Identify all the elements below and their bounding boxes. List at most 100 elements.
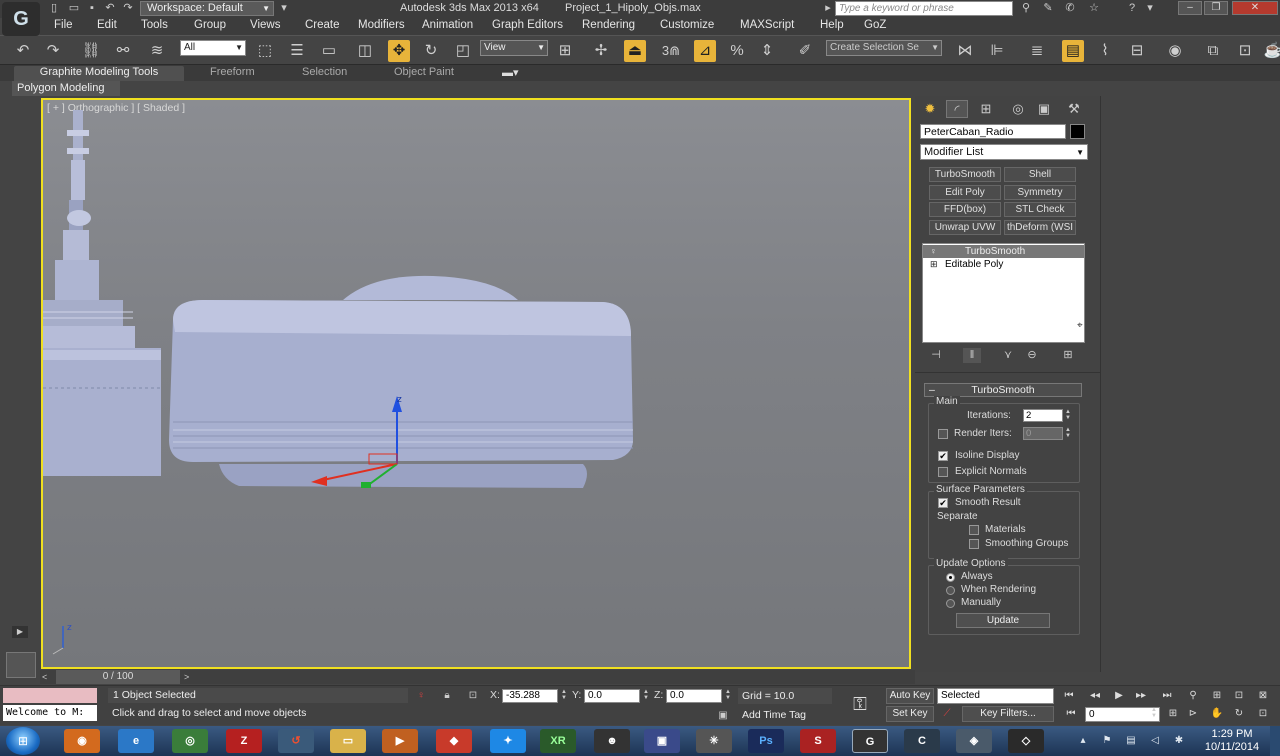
modifier-button-turbosmooth[interactable]: TurboSmooth <box>929 167 1001 182</box>
start-button[interactable]: ⊞ <box>6 727 40 755</box>
utilities-tab-icon[interactable]: ⚒ <box>1063 100 1085 118</box>
menu-graph-editors[interactable]: Graph Editors <box>492 19 563 31</box>
close-button[interactable]: ✕ <box>1232 1 1278 15</box>
curve-editor-icon[interactable]: ⌇ <box>1094 40 1116 62</box>
display-tab-icon[interactable]: ▣ <box>1033 100 1055 118</box>
update-when-rendering-radio[interactable] <box>946 586 955 595</box>
render-icon[interactable]: ☕ <box>1262 40 1280 62</box>
unlink-icon[interactable]: ⚯ <box>112 40 134 62</box>
menu-goz[interactable]: GoZ <box>864 19 886 31</box>
turbosmooth-rollout-header[interactable]: – TurboSmooth <box>924 383 1082 397</box>
show-end-result-icon[interactable]: ‖ <box>963 348 981 363</box>
ribbon-options-icon[interactable]: ▬▾ <box>502 66 519 79</box>
favorites-star-icon[interactable]: ☆ <box>1086 1 1102 15</box>
modifier-button-edit-poly[interactable]: Edit Poly <box>929 185 1001 200</box>
configure-modifier-sets-icon[interactable]: ⊞ <box>1059 348 1077 363</box>
set-keys-icon[interactable]: ⚿ <box>845 694 875 714</box>
rendered-frame-icon[interactable]: ⊡ <box>1234 40 1256 62</box>
show-desktop-button[interactable] <box>1270 726 1280 756</box>
set-key-button[interactable]: Set Key <box>886 706 934 722</box>
dropbox-icon[interactable]: ✦ <box>490 729 526 753</box>
menu-animation[interactable]: Animation <box>422 19 473 31</box>
monitor-app-icon[interactable]: ▣ <box>644 729 680 753</box>
binoculars-icon[interactable]: ⚲ <box>1018 1 1034 15</box>
maximize-viewport-icon[interactable]: ⊡ <box>1254 707 1272 721</box>
keyboard-shortcut-override-icon[interactable]: ⏏ <box>624 40 646 62</box>
window-crossing-icon[interactable]: ◫ <box>354 40 376 62</box>
app-xr-icon[interactable]: XR <box>540 729 576 753</box>
menu-edit[interactable]: Edit <box>97 19 117 31</box>
absolute-mode-icon[interactable]: ⊡ <box>466 689 480 703</box>
spinner-arrows-icon[interactable]: ▲ ▼ <box>1064 427 1072 440</box>
separate-materials-checkbox[interactable] <box>969 525 979 535</box>
media-player-icon[interactable]: ▶ <box>382 729 418 753</box>
zbrush-head-icon[interactable]: ☻ <box>594 729 630 753</box>
photoshop-icon[interactable]: Ps <box>748 729 784 753</box>
polygon-modeling-panel[interactable]: Polygon Modeling <box>12 81 120 96</box>
quick-access-menu-icon[interactable]: ▾ <box>276 1 292 15</box>
go-to-start-icon[interactable]: ⏮ <box>1060 689 1078 703</box>
auto-key-button[interactable]: Auto Key <box>886 688 934 704</box>
named-selection-dropdown[interactable]: Create Selection Se ▼ <box>826 40 942 56</box>
tab-selection[interactable]: Selection <box>302 66 347 78</box>
mini-viewport-icon[interactable] <box>6 652 36 678</box>
menu-views[interactable]: Views <box>250 19 280 31</box>
remove-modifier-icon[interactable]: ⊖ <box>1023 348 1041 363</box>
isolate-selection-icon[interactable]: ♀ <box>414 689 428 703</box>
add-time-tag-button[interactable]: Add Time Tag <box>738 707 832 723</box>
redo-icon[interactable]: ↷ <box>120 1 136 15</box>
field-of-view-icon[interactable]: ⊳ <box>1184 707 1202 721</box>
edit-named-selection-icon[interactable]: ✐ <box>794 40 816 62</box>
chrome-icon[interactable]: ◎ <box>172 729 208 753</box>
zoom-extents-all-icon[interactable]: ⊠ <box>1254 689 1272 703</box>
stack-item-editable-poly[interactable]: ⊞ Editable Poly <box>923 258 1084 271</box>
tab-freeform[interactable]: Freeform <box>210 66 255 78</box>
modifier-button-unwrap-uvw[interactable]: Unwrap UVW <box>929 220 1001 235</box>
select-by-name-icon[interactable]: ☰ <box>286 40 308 62</box>
menu-customize[interactable]: Customize <box>660 19 714 31</box>
reference-coordinate-dropdown[interactable]: View ▼ <box>480 40 548 56</box>
redo-icon[interactable]: ↷ <box>42 40 64 62</box>
next-frame-icon[interactable]: ▸▸ <box>1132 689 1150 703</box>
zoom-all-icon[interactable]: ⊞ <box>1208 689 1226 703</box>
help-dropdown-icon[interactable]: ▾ <box>1142 1 1158 15</box>
firefox-icon[interactable]: ◉ <box>64 729 100 753</box>
spinner-arrows-icon[interactable]: ▲ ▼ <box>724 689 732 703</box>
current-frame-field[interactable]: 0 <box>1085 707 1160 722</box>
key-mode-toggle-icon[interactable]: ⏮ <box>1062 707 1080 721</box>
open-file-icon[interactable]: ▭ <box>66 1 82 15</box>
menu-group[interactable]: Group <box>194 19 226 31</box>
pan-view-icon[interactable]: ✋ <box>1208 707 1226 721</box>
modifier-button-stl-check[interactable]: STL Check <box>1004 202 1076 217</box>
isoline-display-checkbox[interactable]: ✔ <box>938 451 948 461</box>
maxscript-listener-output[interactable] <box>3 688 97 703</box>
snaps-toggle-icon[interactable]: 3⋒ <box>660 40 682 62</box>
zoom-icon[interactable]: ⚲ <box>1184 689 1202 703</box>
object-color-swatch[interactable] <box>1070 124 1085 139</box>
menu-file[interactable]: File <box>54 19 73 31</box>
render-setup-icon[interactable]: ⧉ <box>1202 40 1224 62</box>
spinner-arrows-icon[interactable]: ▲ ▼ <box>1150 707 1158 722</box>
blender-like-icon[interactable]: ◈ <box>956 729 992 753</box>
pivot-center-icon[interactable]: ⊞ <box>554 40 576 62</box>
clock-date[interactable]: 10/11/2014 <box>1197 741 1267 753</box>
menu-tools[interactable]: Tools <box>141 19 168 31</box>
expand-arrow-icon[interactable]: ▸ <box>820 1 836 15</box>
internet-explorer-icon[interactable]: e <box>118 729 154 753</box>
app-logo-icon[interactable]: G <box>2 2 40 36</box>
default-in-out-tangents-icon[interactable]: ⟋ <box>940 707 954 721</box>
next-frame-icon[interactable]: > <box>184 670 196 684</box>
lightbulb-icon[interactable]: ♀ <box>930 245 940 258</box>
layer-manager-icon[interactable]: ≣ <box>1026 40 1048 62</box>
spinner-snap-icon[interactable]: ⇕ <box>756 40 778 62</box>
angle-snap-icon[interactable]: ⊿ <box>694 40 716 62</box>
3ds-max-icon[interactable]: G <box>852 729 888 753</box>
create-tab-icon[interactable]: ✹ <box>919 100 941 118</box>
tray-expand-icon[interactable]: ▴ <box>1076 734 1090 748</box>
menu-modifiers[interactable]: Modifiers <box>358 19 405 31</box>
expand-plus-icon[interactable]: ⊞ <box>930 258 940 271</box>
modifier-list-dropdown[interactable]: Modifier List ▼ <box>920 144 1088 160</box>
app-swirl-icon[interactable]: ↺ <box>278 729 314 753</box>
subscription-icon[interactable]: ✎ <box>1040 1 1056 15</box>
key-filters-button[interactable]: Key Filters... <box>962 706 1054 722</box>
